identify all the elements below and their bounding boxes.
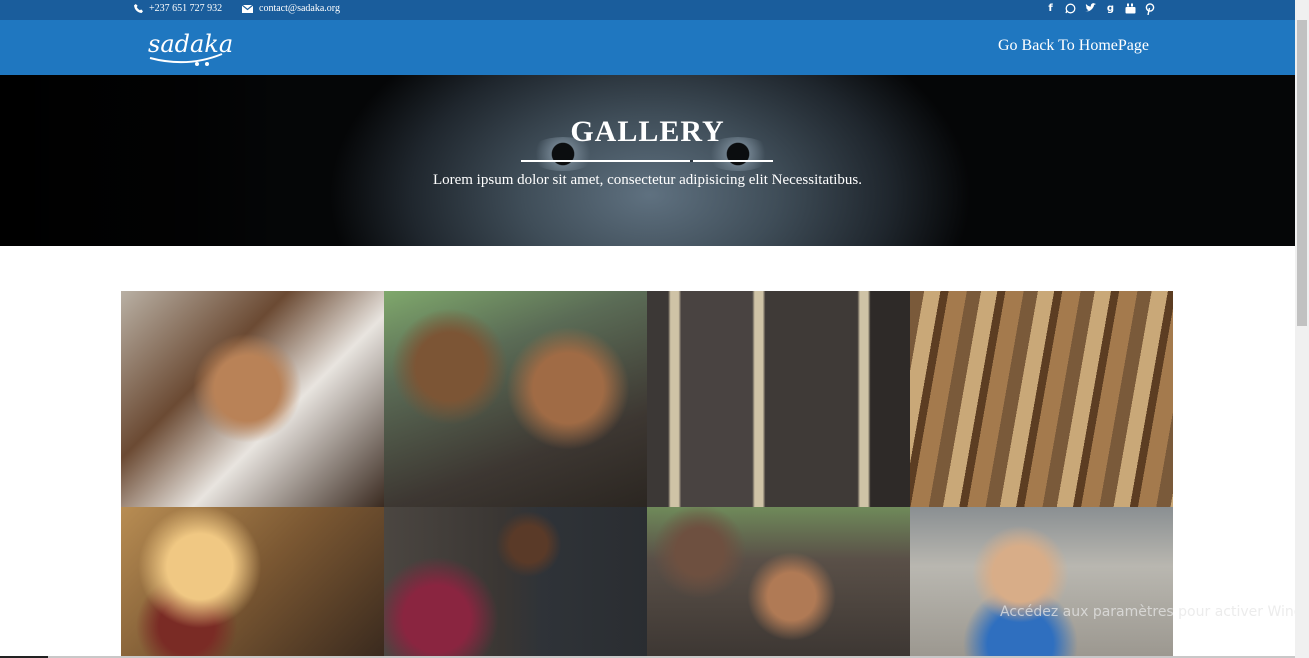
social-links: f g (1045, 3, 1156, 15)
whatsapp-icon[interactable] (1065, 3, 1076, 15)
hands-holding-bread-photo[interactable] (121, 507, 384, 656)
boys-with-cap-photo[interactable] (647, 507, 910, 656)
sadaka-logo[interactable]: sadaka (148, 30, 233, 68)
gallery-hero-banner: GALLERY Lorem ipsum dolor sit amet, cons… (0, 75, 1295, 246)
pinterest-icon[interactable] (1145, 3, 1156, 15)
youtube-icon[interactable] (1125, 3, 1136, 15)
scrollbar-thumb[interactable] (1297, 20, 1307, 326)
phone-icon (134, 4, 143, 13)
children-medical-care-photo[interactable] (121, 291, 384, 507)
child-behind-bars-photo[interactable] (647, 291, 910, 507)
envelope-icon (242, 4, 253, 13)
go-back-homepage-link[interactable]: Go Back To HomePage (998, 37, 1149, 55)
smiling-boy-rocks-photo[interactable] (910, 507, 1173, 656)
top-contact-bar: +237 651 727 932 contact@sadaka.org f g (0, 0, 1295, 20)
email-contact[interactable]: contact@sadaka.org (242, 3, 340, 14)
windows-activation-watermark: Accédez aux paramètres pour activer Wind… (1000, 604, 1309, 620)
mother-child-chalkboard-photo[interactable] (384, 507, 647, 656)
email-address: contact@sadaka.org (259, 3, 340, 14)
facebook-icon[interactable]: f (1045, 3, 1056, 15)
old-books-photo[interactable] (910, 291, 1173, 507)
phone-contact[interactable]: +237 651 727 932 (134, 3, 222, 14)
two-smiling-children-photo[interactable] (384, 291, 647, 507)
page-subtitle: Lorem ipsum dolor sit amet, consectetur … (432, 172, 863, 188)
page-title: GALLERY (570, 115, 725, 148)
photo-gallery-grid (121, 291, 1174, 656)
phone-number: +237 651 727 932 (149, 3, 223, 14)
google-plus-icon[interactable]: g (1105, 3, 1116, 15)
twitter-icon[interactable] (1085, 3, 1096, 15)
vertical-scrollbar[interactable] (1295, 0, 1309, 658)
main-navbar: sadaka Go Back To HomePage (0, 20, 1295, 75)
logo-cart-icon (149, 53, 223, 66)
title-divider (521, 160, 773, 162)
